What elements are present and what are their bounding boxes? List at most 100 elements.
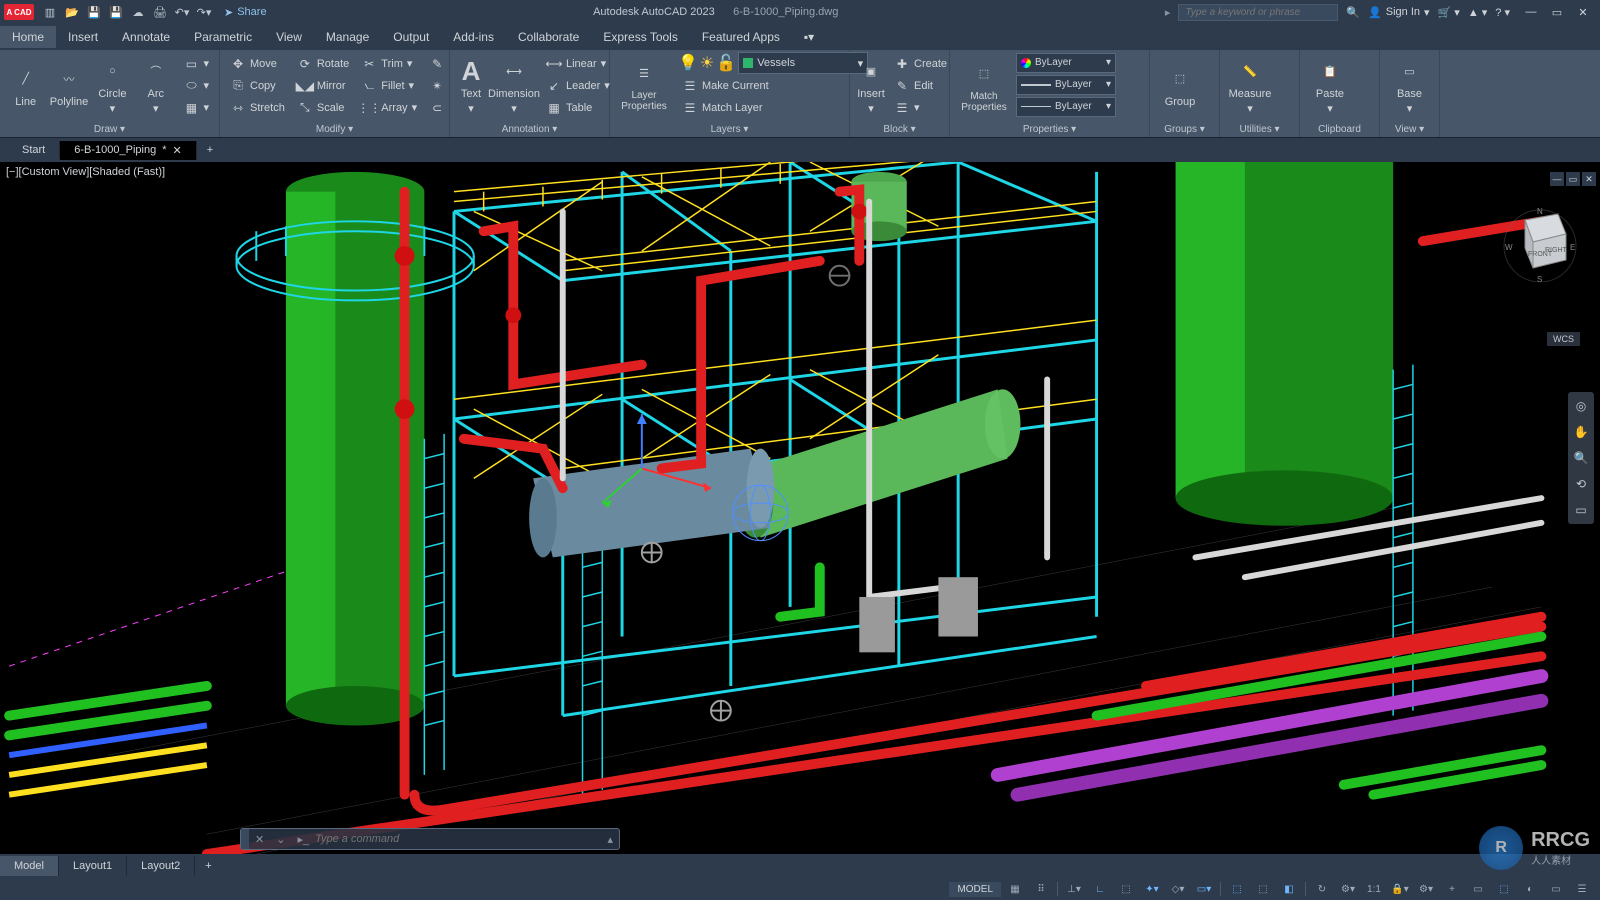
tab-parametric[interactable]: Parametric bbox=[182, 26, 264, 48]
hatch-button[interactable]: ▦▾ bbox=[179, 98, 213, 118]
status-scale-label[interactable]: 1:1 bbox=[1362, 880, 1386, 898]
panel-clipboard-label[interactable]: Clipboard bbox=[1300, 121, 1379, 137]
tab-featured-apps[interactable]: Featured Apps bbox=[690, 26, 792, 48]
status-hardware-icon[interactable]: ⬚ bbox=[1492, 880, 1516, 898]
cmdline-recent-icon[interactable]: ⌄ bbox=[270, 833, 291, 846]
status-customize-icon[interactable]: ☰ bbox=[1570, 880, 1594, 898]
qat-plot-icon[interactable]: 🖨 bbox=[150, 2, 170, 22]
base-button[interactable]: ▭Base▾ bbox=[1386, 53, 1433, 119]
nav-orbit-icon[interactable]: ⟲ bbox=[1571, 474, 1591, 494]
scale-button[interactable]: ⤡Scale bbox=[293, 98, 353, 118]
trim-button[interactable]: ✂Trim ▾ bbox=[357, 54, 421, 74]
dimension-button[interactable]: ⟷Dimension▾ bbox=[490, 53, 538, 119]
cmdline-grip[interactable] bbox=[241, 829, 249, 849]
panel-modify-label[interactable]: Modify ▾ bbox=[220, 121, 449, 137]
fillet-button[interactable]: ⦦Fillet ▾ bbox=[357, 76, 421, 96]
signin-button[interactable]: 👤 Sign In ▾ bbox=[1368, 6, 1429, 19]
color-dropdown[interactable]: ByLayer▾ bbox=[1016, 53, 1116, 73]
close-tab-icon[interactable]: ✕ bbox=[172, 144, 181, 157]
copy-button[interactable]: ⎘Copy bbox=[226, 76, 289, 96]
status-polar-icon[interactable]: ✦▾ bbox=[1140, 880, 1164, 898]
move-button[interactable]: ✥Move bbox=[226, 54, 289, 74]
search-expand-icon[interactable]: ▸ bbox=[1165, 6, 1171, 19]
current-layer-dropdown[interactable]: Vessels▾ bbox=[738, 52, 868, 74]
search-input[interactable] bbox=[1178, 4, 1338, 21]
qat-new-icon[interactable]: ▥ bbox=[40, 2, 60, 22]
viewport-label[interactable]: [−][Custom View][Shaded (Fast)] bbox=[6, 166, 165, 178]
help-icon[interactable]: ? ▾ bbox=[1495, 6, 1510, 19]
qat-save-icon[interactable]: 💾 bbox=[84, 2, 104, 22]
panel-properties-label[interactable]: Properties ▾ bbox=[950, 121, 1149, 137]
cmdline-close-icon[interactable]: ✕ bbox=[249, 833, 270, 846]
ellipse-button[interactable]: ⬭▾ bbox=[179, 76, 213, 96]
status-units-icon[interactable]: ▭ bbox=[1466, 880, 1490, 898]
vp-maximize-icon[interactable]: ▭ bbox=[1566, 172, 1580, 186]
status-clean-icon[interactable]: ▭ bbox=[1544, 880, 1568, 898]
search-icon[interactable]: 🔍 bbox=[1346, 6, 1360, 19]
status-workspace-icon[interactable]: ⚙▾ bbox=[1414, 880, 1438, 898]
status-dynamic-icon[interactable]: ∟ bbox=[1088, 880, 1112, 898]
cmdline-expand-icon[interactable]: ▴ bbox=[601, 833, 619, 846]
status-grid-icon[interactable]: ▦ bbox=[1003, 880, 1027, 898]
panel-draw-label[interactable]: Draw ▾ bbox=[0, 121, 219, 137]
tab-output[interactable]: Output bbox=[381, 26, 441, 48]
nav-showmotion-icon[interactable]: ▭ bbox=[1571, 500, 1591, 520]
nav-pan-icon[interactable]: ✋ bbox=[1571, 422, 1591, 442]
vp-close-icon[interactable]: ✕ bbox=[1582, 172, 1596, 186]
block-edit-button[interactable]: ✎Edit bbox=[890, 76, 951, 96]
layer-properties-button[interactable]: ☰Layer Properties bbox=[616, 52, 672, 118]
qat-web-icon[interactable]: ☁ bbox=[128, 2, 148, 22]
offset-button[interactable]: ⊂ bbox=[425, 98, 449, 118]
erase-button[interactable]: ✎ bbox=[425, 54, 449, 74]
tab-express-tools[interactable]: Express Tools bbox=[591, 26, 689, 48]
make-current-button[interactable]: ☰Make Current bbox=[678, 76, 868, 96]
autodesk-account-icon[interactable]: ▲ ▾ bbox=[1468, 6, 1487, 19]
group-button[interactable]: ⬚Group bbox=[1156, 53, 1204, 119]
add-layout-button[interactable]: + bbox=[195, 856, 221, 876]
tab-addins[interactable]: Add-ins bbox=[441, 26, 506, 48]
maximize-button[interactable]: ▭ bbox=[1544, 2, 1570, 22]
explode-button[interactable]: ✴ bbox=[425, 76, 449, 96]
autodesk-app-icon[interactable]: 🛒 ▾ bbox=[1438, 6, 1460, 19]
insert-block-button[interactable]: ▣Insert▾ bbox=[856, 53, 886, 119]
layout-tab-layout2[interactable]: Layout2 bbox=[127, 856, 195, 876]
rotate-button[interactable]: ⟳Rotate bbox=[293, 54, 353, 74]
status-cycling-icon[interactable]: ↻ bbox=[1310, 880, 1334, 898]
qat-saveas-icon[interactable]: 💾 bbox=[106, 2, 126, 22]
qat-open-icon[interactable]: 📂 bbox=[62, 2, 82, 22]
status-osnap-icon[interactable]: ▭▾ bbox=[1192, 880, 1216, 898]
status-snap-icon[interactable]: ⠿ bbox=[1029, 880, 1053, 898]
polyline-button[interactable]: 〰Polyline bbox=[49, 53, 88, 119]
layer-sun-icon[interactable]: ☀ bbox=[700, 53, 714, 73]
tab-collaborate[interactable]: Collaborate bbox=[506, 26, 591, 48]
viewcube[interactable]: FRONT RIGHT WE NS bbox=[1500, 202, 1580, 282]
panel-utilities-label[interactable]: Utilities ▾ bbox=[1220, 121, 1299, 137]
qat-undo-icon[interactable]: ↶▾ bbox=[172, 2, 192, 22]
measure-button[interactable]: 📏Measure▾ bbox=[1226, 53, 1274, 119]
text-button[interactable]: AText▾ bbox=[456, 53, 486, 119]
tab-insert[interactable]: Insert bbox=[56, 26, 110, 48]
status-transparency-icon[interactable]: ◧ bbox=[1277, 880, 1301, 898]
command-input[interactable] bbox=[315, 833, 601, 845]
lineweight-dropdown[interactable]: ByLayer▾ bbox=[1016, 75, 1116, 95]
mirror-button[interactable]: ◣◢Mirror bbox=[293, 76, 353, 96]
table-button[interactable]: ▦Table bbox=[542, 98, 614, 118]
status-3dosnap-icon[interactable]: ⬚ bbox=[1225, 880, 1249, 898]
layout-tab-layout1[interactable]: Layout1 bbox=[59, 856, 127, 876]
stretch-button[interactable]: ⇿Stretch bbox=[226, 98, 289, 118]
circle-button[interactable]: ○Circle▾ bbox=[93, 53, 132, 119]
tab-home[interactable]: Home bbox=[0, 26, 56, 48]
status-lwt-icon[interactable]: ⬚ bbox=[1251, 880, 1275, 898]
layer-bulb-icon[interactable]: 💡 bbox=[678, 53, 698, 73]
panel-annotation-label[interactable]: Annotation ▾ bbox=[450, 121, 609, 137]
qat-redo-icon[interactable]: ↷▾ bbox=[194, 2, 214, 22]
minimize-button[interactable]: — bbox=[1518, 2, 1544, 22]
wcs-indicator[interactable]: WCS bbox=[1547, 332, 1580, 346]
status-infer-icon[interactable]: ⊥▾ bbox=[1062, 880, 1086, 898]
array-button[interactable]: ⋮⋮Array ▾ bbox=[357, 98, 421, 118]
tab-view[interactable]: View bbox=[264, 26, 314, 48]
layer-lock-icon[interactable]: 🔓 bbox=[716, 53, 736, 73]
status-isolate-icon[interactable]: ◐ bbox=[1518, 880, 1542, 898]
linetype-dropdown[interactable]: ByLayer▾ bbox=[1016, 97, 1116, 117]
status-annotation-icon[interactable]: ⚙▾ bbox=[1336, 880, 1360, 898]
